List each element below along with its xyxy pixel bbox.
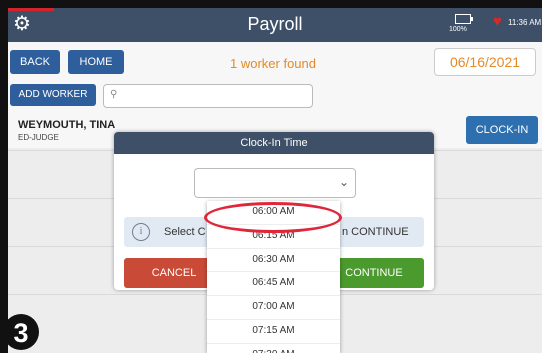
back-button[interactable]: BACK bbox=[10, 50, 60, 74]
step-number-badge: 3 bbox=[3, 314, 39, 350]
home-button[interactable]: HOME bbox=[68, 50, 124, 74]
time-option[interactable]: 07:00 AM bbox=[207, 296, 340, 320]
worker-name: WEYMOUTH, TINA bbox=[18, 119, 116, 131]
clock-time: 11:36 AM bbox=[508, 18, 542, 27]
info-text-left: Select C bbox=[164, 226, 206, 238]
time-option[interactable]: 07:15 AM bbox=[207, 320, 340, 344]
info-icon: i bbox=[132, 223, 150, 241]
worker-department: ED-JUDGE bbox=[18, 133, 59, 142]
heart-icon: ♥ bbox=[493, 13, 502, 30]
time-option[interactable]: 07:30 AM bbox=[207, 344, 340, 353]
time-select[interactable]: ⌄ bbox=[194, 168, 356, 198]
search-input[interactable]: ⚲ bbox=[103, 84, 313, 108]
info-text-right: n CONTINUE bbox=[342, 226, 409, 238]
add-worker-button[interactable]: ADD WORKER bbox=[10, 84, 96, 106]
time-option[interactable]: 06:30 AM bbox=[207, 249, 340, 273]
time-dropdown-list[interactable]: 06:00 AM 06:15 AM 06:30 AM 06:45 AM 07:0… bbox=[207, 201, 340, 353]
top-bar: ⚙ Payroll 100% ♥ 11:36 AM bbox=[8, 8, 542, 42]
device-frame: ⚙ Payroll 100% ♥ 11:36 AM BACK HOME 1 wo… bbox=[0, 0, 542, 353]
search-icon: ⚲ bbox=[110, 89, 118, 100]
time-option[interactable]: 06:00 AM bbox=[207, 201, 340, 225]
clock-in-button[interactable]: CLOCK-IN bbox=[466, 116, 538, 144]
worker-count-status: 1 worker found bbox=[230, 56, 316, 71]
battery-percent: 100% bbox=[449, 26, 467, 33]
chevron-down-icon: ⌄ bbox=[338, 175, 349, 189]
time-option[interactable]: 06:15 AM bbox=[207, 225, 340, 249]
date-field[interactable]: 06/16/2021 bbox=[434, 48, 536, 76]
time-option[interactable]: 06:45 AM bbox=[207, 272, 340, 297]
status-indicator bbox=[8, 8, 54, 11]
modal-title: Clock-In Time bbox=[114, 132, 434, 154]
battery-icon bbox=[455, 14, 473, 24]
app-screen: ⚙ Payroll 100% ♥ 11:36 AM BACK HOME 1 wo… bbox=[8, 8, 542, 353]
